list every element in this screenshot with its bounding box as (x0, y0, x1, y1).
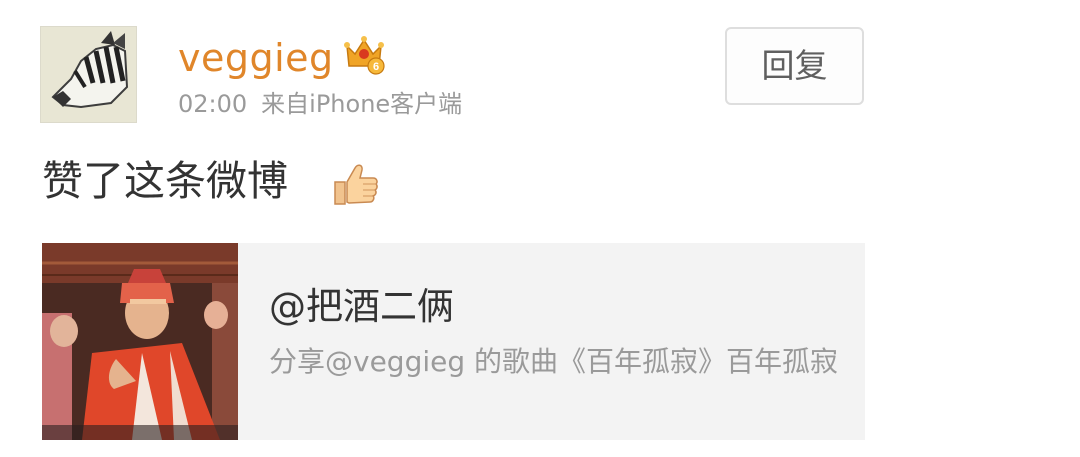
avatar[interactable] (40, 26, 137, 123)
svg-text:6: 6 (373, 61, 379, 73)
post-meta: 02:00 来自iPhone客户端 (178, 88, 462, 120)
zebra-avatar-icon (41, 27, 136, 122)
post-time: 02:00 (178, 90, 248, 118)
reply-button[interactable]: 回复 (725, 27, 864, 105)
song-cover-image (42, 243, 238, 440)
share-card[interactable]: @把酒二俩 分享@veggieg 的歌曲《百年孤寂》百年孤寂 (42, 243, 865, 440)
crown-vip-icon: 6 (344, 36, 385, 75)
thumbs-up-icon (334, 164, 378, 205)
status-text: 赞了这条微博 (42, 157, 288, 205)
share-description: 分享@veggieg 的歌曲《百年孤寂》百年孤寂 (269, 345, 839, 378)
share-title[interactable]: @把酒二俩 (269, 283, 454, 331)
post-source[interactable]: 来自iPhone客户端 (261, 90, 462, 118)
username[interactable]: veggieg (178, 34, 334, 82)
share-thumbnail (42, 243, 238, 440)
